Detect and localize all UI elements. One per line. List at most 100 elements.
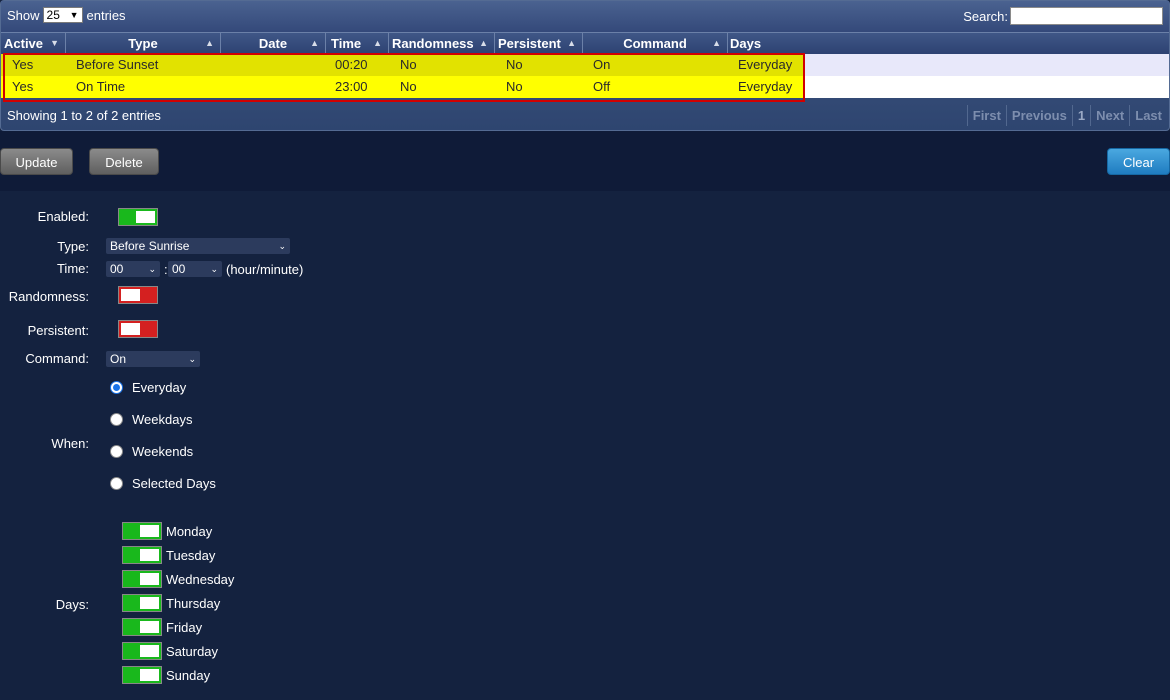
column-header-persistent[interactable]: Persistent ▲ bbox=[495, 33, 583, 54]
toggle-knob bbox=[140, 621, 159, 633]
clear-button[interactable]: Clear bbox=[1107, 148, 1170, 175]
type-label: Type: bbox=[57, 239, 89, 254]
chevron-down-icon: ⌄ bbox=[188, 354, 196, 364]
when-option-weekends[interactable]: Weekends bbox=[110, 444, 193, 459]
search-input[interactable] bbox=[1010, 7, 1163, 25]
when-option-label: Weekdays bbox=[132, 412, 193, 427]
cell-command: Off bbox=[593, 79, 611, 94]
day-sunday[interactable]: Sunday bbox=[122, 666, 210, 684]
day-toggle[interactable] bbox=[122, 522, 162, 540]
column-header-randomness[interactable]: Randomness ▲ bbox=[389, 33, 495, 54]
column-label: Persistent bbox=[498, 36, 561, 51]
persistent-label: Persistent: bbox=[27, 323, 89, 338]
day-toggle[interactable] bbox=[122, 666, 162, 684]
column-label: Days bbox=[730, 36, 762, 51]
time-label: Time: bbox=[56, 261, 89, 276]
pager-previous-button[interactable]: Previous bbox=[1005, 105, 1072, 126]
when-option-label: Everyday bbox=[132, 380, 187, 395]
randomness-label: Randomness: bbox=[8, 289, 89, 304]
cell-command: On bbox=[593, 57, 611, 72]
hour-select[interactable]: 00 ⌄ bbox=[106, 261, 160, 277]
enabled-toggle[interactable] bbox=[118, 208, 158, 226]
day-toggle[interactable] bbox=[122, 618, 162, 636]
day-toggle[interactable] bbox=[122, 570, 162, 588]
randomness-toggle[interactable] bbox=[118, 286, 158, 304]
column-header-days[interactable]: Days bbox=[728, 33, 1169, 54]
pager-first-button[interactable]: First bbox=[966, 105, 1006, 126]
cell-days: Everyday bbox=[738, 79, 793, 94]
entries-label: entries bbox=[86, 7, 126, 23]
day-label: Monday bbox=[166, 523, 213, 539]
cell-randomness: No bbox=[400, 79, 417, 94]
minute-value: 00 bbox=[172, 262, 186, 276]
delete-button[interactable]: Delete bbox=[89, 148, 159, 175]
toggle-knob bbox=[140, 525, 159, 537]
table-body: Yes Before Sunset 00:20 No No On Everyda… bbox=[1, 54, 1169, 98]
day-saturday[interactable]: Saturday bbox=[122, 642, 218, 660]
sort-asc-icon: ▲ bbox=[310, 38, 319, 48]
column-header-date[interactable]: Date ▲ bbox=[221, 33, 326, 54]
chevron-down-icon: ⌄ bbox=[210, 264, 218, 274]
when-option-everyday[interactable]: Everyday bbox=[110, 380, 186, 395]
sort-asc-icon: ▲ bbox=[373, 38, 382, 48]
toggle-knob bbox=[140, 669, 159, 681]
table-row[interactable]: Yes Before Sunset 00:20 No No On Everyda… bbox=[1, 54, 1169, 76]
cell-type: On Time bbox=[76, 79, 126, 94]
day-label: Wednesday bbox=[166, 571, 235, 587]
day-label: Sunday bbox=[166, 667, 211, 683]
pager-next-button[interactable]: Next bbox=[1090, 105, 1129, 126]
day-toggle[interactable] bbox=[122, 642, 162, 660]
page-length-value: 25 bbox=[46, 8, 60, 22]
sort-asc-icon: ▲ bbox=[205, 38, 214, 48]
cell-days: Everyday bbox=[738, 57, 793, 72]
pager-last-button[interactable]: Last bbox=[1129, 105, 1167, 126]
column-header-time[interactable]: Time ▲ bbox=[326, 33, 389, 54]
pager-page-button[interactable]: 1 bbox=[1071, 105, 1090, 126]
type-select[interactable]: Before Sunrise ⌄ bbox=[106, 238, 290, 254]
radio-unchecked-icon[interactable] bbox=[110, 445, 123, 458]
page-length-select[interactable]: 25 ▼ bbox=[42, 7, 83, 23]
minute-select[interactable]: 00 ⌄ bbox=[168, 261, 222, 277]
sort-desc-icon: ▼ bbox=[50, 38, 59, 48]
day-toggle[interactable] bbox=[122, 594, 162, 612]
sort-asc-icon: ▲ bbox=[712, 38, 721, 48]
toggle-knob bbox=[140, 645, 159, 657]
enabled-label: Enabled: bbox=[37, 209, 89, 224]
day-monday[interactable]: Monday bbox=[122, 522, 212, 540]
cell-active: Yes bbox=[12, 79, 34, 94]
radio-unchecked-icon[interactable] bbox=[110, 477, 123, 490]
command-select[interactable]: On ⌄ bbox=[106, 351, 200, 367]
when-option-weekdays[interactable]: Weekdays bbox=[110, 412, 192, 427]
timers-table-panel: Show 25 ▼ entries Search: Active ▼ Type … bbox=[0, 0, 1170, 131]
column-header-active[interactable]: Active ▼ bbox=[1, 33, 66, 54]
toggle-knob bbox=[140, 573, 159, 585]
day-tuesday[interactable]: Tuesday bbox=[122, 546, 215, 564]
table-row[interactable]: Yes On Time 23:00 No No Off Everyday bbox=[1, 76, 1169, 98]
column-header-type[interactable]: Type ▲ bbox=[66, 33, 221, 54]
column-header-command[interactable]: Command ▲ bbox=[583, 33, 728, 54]
day-thursday[interactable]: Thursday bbox=[122, 594, 220, 612]
action-bar bbox=[0, 131, 1170, 191]
day-friday[interactable]: Friday bbox=[122, 618, 202, 636]
sort-asc-icon: ▲ bbox=[479, 38, 488, 48]
when-option-label: Selected Days bbox=[132, 476, 216, 491]
radio-checked-icon[interactable] bbox=[110, 381, 123, 394]
chevron-down-icon: ⌄ bbox=[278, 241, 286, 251]
cell-randomness: No bbox=[400, 57, 417, 72]
column-label: Time bbox=[331, 36, 362, 51]
toggle-knob bbox=[136, 211, 155, 223]
table-header: Active ▼ Type ▲ Date ▲ Time ▲ Randomness… bbox=[1, 32, 1169, 54]
hour-value: 00 bbox=[110, 262, 124, 276]
day-toggle[interactable] bbox=[122, 546, 162, 564]
day-wednesday[interactable]: Wednesday bbox=[122, 570, 234, 588]
command-value: On bbox=[110, 352, 127, 366]
column-label: Randomness bbox=[392, 36, 474, 51]
persistent-toggle[interactable] bbox=[118, 320, 158, 338]
search-label: Search: bbox=[963, 8, 1008, 24]
update-button[interactable]: Update bbox=[0, 148, 73, 175]
command-label: Command: bbox=[25, 351, 89, 366]
when-option-selected-days[interactable]: Selected Days bbox=[110, 476, 216, 491]
radio-unchecked-icon[interactable] bbox=[110, 413, 123, 426]
toggle-knob bbox=[140, 549, 159, 561]
table-toolbar: Show 25 ▼ entries Search: bbox=[1, 1, 1169, 32]
